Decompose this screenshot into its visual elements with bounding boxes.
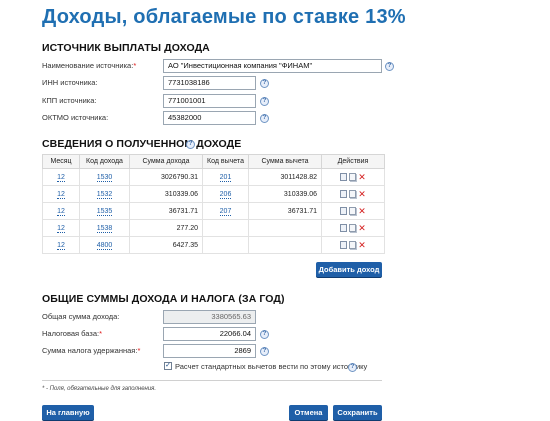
deduction-sum-cell (248, 236, 322, 254)
help-icon[interactable]: ? (260, 79, 269, 88)
deduction-sum-cell: 3011428.82 (248, 168, 322, 186)
actions-cell: ✕ (321, 236, 385, 254)
home-button[interactable]: На главную (42, 405, 94, 420)
col-income-sum-header: Сумма дохода (129, 154, 203, 169)
table-row: 12 4800 6427.35 ✕ (42, 236, 385, 254)
total-income-field: 3380565.63 (163, 310, 256, 324)
income-sum-cell: 36731.71 (129, 202, 203, 220)
add-income-button[interactable]: Добавить доход (316, 262, 382, 277)
delete-icon[interactable]: ✕ (358, 190, 366, 199)
tax-withheld-field[interactable]: 2869 (163, 344, 256, 358)
income-table: Месяц Код дохода Сумма дохода Код вычета… (42, 154, 385, 254)
edit-icon[interactable] (340, 207, 348, 215)
kpp-label: КПП источника: (42, 96, 97, 105)
oktmo-label: ОКТМО источника: (42, 113, 109, 122)
deduction-code-link[interactable]: 206 (219, 190, 232, 199)
col-deduction-sum-header: Сумма вычета (248, 154, 322, 169)
edit-icon[interactable] (340, 173, 348, 181)
income-sum-cell: 277.20 (129, 219, 203, 237)
source-name-label: Наименование источника:* (42, 61, 137, 70)
income-code-link[interactable]: 1532 (96, 190, 113, 199)
edit-icon[interactable] (340, 241, 348, 249)
edit-icon[interactable] (340, 224, 348, 232)
copy-icon[interactable] (349, 241, 357, 249)
tax-withheld-label: Сумма налога удержанная:* (42, 346, 141, 355)
col-actions-header: Действия (321, 154, 385, 169)
copy-icon[interactable] (349, 190, 357, 198)
copy-icon[interactable] (349, 207, 357, 215)
col-deduction-code-header: Код вычета (202, 154, 249, 169)
inn-field[interactable]: 7731038186 (163, 76, 256, 90)
actions-cell: ✕ (321, 202, 385, 220)
actions-cell: ✕ (321, 219, 385, 237)
deduction-code-cell (202, 236, 249, 254)
income-code-link[interactable]: 1530 (96, 173, 113, 182)
total-income-label: Общая сумма дохода: (42, 312, 120, 321)
col-month-header: Месяц (42, 154, 80, 169)
standard-deductions-checkbox[interactable]: ✓ (164, 362, 172, 370)
income-sum-cell: 6427.35 (129, 236, 203, 254)
help-icon[interactable]: ? (348, 363, 357, 372)
tax-base-label: Налоговая база:* (42, 329, 103, 338)
source-section-heading: ИСТОЧНИК ВЫПЛАТЫ ДОХОДА (42, 42, 210, 54)
oktmo-field[interactable]: 45382000 (163, 111, 256, 125)
save-button[interactable]: Сохранить (333, 405, 382, 420)
col-income-code-header: Код дохода (79, 154, 130, 169)
income-code-link[interactable]: 4800 (96, 241, 113, 250)
copy-icon[interactable] (349, 224, 357, 232)
actions-cell: ✕ (321, 185, 385, 203)
table-header-row: Месяц Код дохода Сумма дохода Код вычета… (42, 154, 385, 169)
income-code-link[interactable]: 1538 (96, 224, 113, 233)
copy-icon[interactable] (349, 173, 357, 181)
kpp-field[interactable]: 771001001 (163, 94, 256, 108)
source-name-field[interactable]: АО "Инвестиционная компания "ФИНАМ" (163, 59, 382, 73)
tax-base-field[interactable]: 22066.04 (163, 327, 256, 341)
table-row: 12 1530 3026790.31 201 3011428.82 ✕ (42, 168, 385, 186)
required-footnote: * - Поля, обязательные для заполнения. (42, 386, 157, 392)
income-sum-cell: 3026790.31 (129, 168, 203, 186)
delete-icon[interactable]: ✕ (358, 207, 366, 216)
deduction-sum-cell (248, 219, 322, 237)
delete-icon[interactable]: ✕ (358, 224, 366, 233)
table-row: 12 1538 277.20 ✕ (42, 219, 385, 237)
delete-icon[interactable]: ✕ (358, 173, 366, 182)
help-icon[interactable]: ? (260, 114, 269, 123)
month-link[interactable]: 12 (57, 207, 65, 216)
month-link[interactable]: 12 (57, 241, 65, 250)
inn-label: ИНН источника: (42, 78, 98, 87)
month-link[interactable]: 12 (57, 173, 65, 182)
totals-section-heading: ОБЩИЕ СУММЫ ДОХОДА И НАЛОГА (ЗА ГОД) (42, 293, 285, 305)
month-link[interactable]: 12 (57, 224, 65, 233)
delete-icon[interactable]: ✕ (358, 241, 366, 250)
edit-icon[interactable] (340, 190, 348, 198)
deduction-sum-cell: 310339.06 (248, 185, 322, 203)
deduction-code-cell (202, 219, 249, 237)
income-section-heading: СВЕДЕНИЯ О ПОЛУЧЕННОМ ДОХОДЕ (42, 138, 242, 150)
table-row: 12 1532 310339.06 206 310339.06 ✕ (42, 185, 385, 203)
month-link[interactable]: 12 (57, 190, 65, 199)
help-icon[interactable]: ? (260, 330, 269, 339)
cancel-button[interactable]: Отмена (289, 405, 328, 420)
help-icon[interactable]: ? (260, 97, 269, 106)
help-icon[interactable]: ? (385, 62, 394, 71)
page-title: Доходы, облагаемые по ставке 13% (42, 6, 406, 28)
help-icon[interactable]: ? (260, 347, 269, 356)
deduction-sum-cell: 36731.71 (248, 202, 322, 220)
table-row: 12 1535 36731.71 207 36731.71 ✕ (42, 202, 385, 220)
divider (42, 380, 382, 381)
income-table-wrap: Месяц Код дохода Сумма дохода Код вычета… (42, 154, 385, 254)
income-sum-cell: 310339.06 (129, 185, 203, 203)
standard-deductions-label: Расчет стандартных вычетов вести по этом… (175, 362, 368, 371)
help-icon[interactable]: ? (186, 140, 195, 149)
income-code-link[interactable]: 1535 (96, 207, 113, 216)
deduction-code-link[interactable]: 207 (219, 207, 232, 216)
actions-cell: ✕ (321, 168, 385, 186)
deduction-code-link[interactable]: 201 (219, 173, 232, 182)
